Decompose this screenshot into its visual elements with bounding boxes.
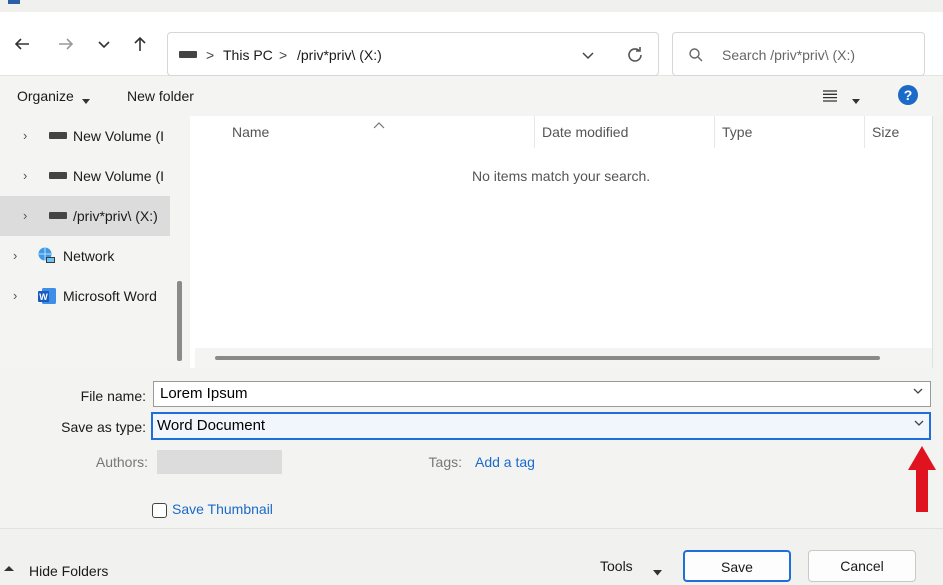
empty-list-message: No items match your search.: [472, 168, 650, 184]
column-divider[interactable]: [534, 116, 535, 148]
navigation-pane: › New Volume (I › New Volume (I › /priv*…: [0, 116, 170, 368]
tree-item-label: Network: [63, 236, 114, 276]
save-thumbnail-checkbox[interactable]: [152, 503, 167, 518]
expand-chevron-right-icon[interactable]: ›: [23, 156, 27, 196]
forward-arrow-icon[interactable]: [52, 30, 80, 58]
breadcrumb-separator: >: [206, 33, 214, 77]
svg-text:W: W: [39, 292, 48, 302]
breadcrumb-this-pc[interactable]: This PC: [223, 33, 273, 77]
expand-chevron-right-icon[interactable]: ›: [13, 276, 17, 316]
save-as-type-label: Save as type:: [40, 419, 146, 435]
view-options-caret-down-icon[interactable]: [852, 92, 860, 98]
word-icon: W: [37, 286, 57, 306]
preview-pane-edge: [932, 116, 943, 368]
authors-field[interactable]: [157, 450, 282, 474]
tree-item-new-volume-1[interactable]: › New Volume (I: [0, 116, 170, 156]
tags-label: Tags:: [400, 454, 462, 470]
file-name-field[interactable]: Lorem Ipsum: [153, 381, 931, 407]
drive-icon: [49, 132, 67, 139]
drive-icon: [49, 212, 67, 219]
hide-folders-caret-up-icon[interactable]: [0, 557, 22, 579]
file-name-label: File name:: [40, 388, 146, 404]
column-divider[interactable]: [714, 116, 715, 148]
scrollbar-thumb[interactable]: [177, 281, 182, 361]
drive-icon: [49, 172, 67, 179]
recent-locations-chevron-down-icon[interactable]: [90, 30, 118, 58]
tree-item-label: New Volume (I: [73, 116, 164, 156]
breadcrumb-separator: >: [279, 33, 287, 77]
tree-item-drive-x[interactable]: › /priv*priv\ (X:): [0, 196, 170, 236]
save-as-type-dropdown-chevron-down-icon[interactable]: [913, 414, 925, 438]
search-box[interactable]: Search /priv*priv\ (X:): [672, 32, 925, 76]
navigation-pane-scrollbar[interactable]: [170, 116, 190, 368]
file-name-value: Lorem Ipsum: [160, 382, 248, 406]
organize-caret-down-icon: [82, 92, 90, 98]
search-placeholder: Search /priv*priv\ (X:): [722, 33, 855, 77]
tools-button[interactable]: Tools: [600, 558, 633, 574]
expand-chevron-right-icon[interactable]: ›: [23, 196, 27, 236]
address-dropdown-chevron-down-icon[interactable]: [580, 47, 596, 63]
file-name-dropdown-chevron-down-icon[interactable]: [912, 382, 924, 406]
command-bar: Organize New folder ?: [0, 76, 943, 116]
address-bar[interactable]: > This PC > /priv*priv\ (X:): [167, 32, 659, 76]
add-tag-link[interactable]: Add a tag: [475, 454, 535, 470]
authors-label: Authors:: [40, 454, 148, 470]
help-icon[interactable]: ?: [898, 85, 918, 105]
tree-item-new-volume-2[interactable]: › New Volume (I: [0, 156, 170, 196]
column-divider[interactable]: [864, 116, 865, 148]
tools-caret-down-icon[interactable]: [653, 563, 662, 569]
column-header-size[interactable]: Size: [872, 116, 899, 148]
navigation-bar: > This PC > /priv*priv\ (X:) Search /pri…: [0, 12, 943, 76]
organize-button[interactable]: Organize: [17, 76, 74, 116]
save-thumbnail-label[interactable]: Save Thumbnail: [172, 501, 273, 517]
tree-item-microsoft-word[interactable]: › W Microsoft Word: [0, 276, 170, 316]
expand-chevron-right-icon[interactable]: ›: [23, 116, 27, 156]
dialog-footer: Hide Folders Tools Save Cancel: [0, 528, 943, 585]
save-button[interactable]: Save: [683, 550, 791, 582]
search-icon: [688, 47, 704, 63]
hide-folders-button[interactable]: Hide Folders: [29, 563, 108, 579]
save-as-type-select[interactable]: Word Document: [151, 412, 931, 440]
breadcrumb-drive-x[interactable]: /priv*priv\ (X:): [297, 33, 382, 77]
network-icon: [37, 246, 57, 266]
red-annotation-arrow: [907, 445, 937, 513]
title-strip: [0, 0, 943, 12]
column-header-name[interactable]: Name: [232, 116, 269, 148]
refresh-icon[interactable]: [625, 45, 645, 65]
view-options-list-icon[interactable]: [822, 88, 838, 104]
up-arrow-icon[interactable]: [126, 30, 154, 58]
column-header-type[interactable]: Type: [722, 116, 752, 148]
window-icon: [8, 0, 20, 4]
file-list-horizontal-scrollbar[interactable]: [195, 348, 938, 368]
tree-item-label: New Volume (I: [73, 156, 164, 196]
tree-item-label: Microsoft Word: [63, 276, 157, 316]
tree-item-label: /priv*priv\ (X:): [73, 196, 158, 236]
tree-item-network[interactable]: › Network: [0, 236, 170, 276]
back-arrow-icon[interactable]: [8, 30, 36, 58]
file-list: Name Date modified Type Size No items ma…: [190, 116, 943, 368]
save-as-type-value: Word Document: [157, 414, 265, 438]
cancel-button[interactable]: Cancel: [808, 550, 916, 582]
new-folder-button[interactable]: New folder: [127, 76, 194, 116]
scrollbar-thumb[interactable]: [215, 356, 880, 360]
save-form: File name: Lorem Ipsum Save as type: Wor…: [0, 368, 943, 528]
column-header-date-modified[interactable]: Date modified: [542, 116, 628, 148]
expand-chevron-right-icon[interactable]: ›: [13, 236, 17, 276]
drive-icon: [179, 51, 197, 58]
sort-up-chevron-icon: [373, 116, 385, 124]
